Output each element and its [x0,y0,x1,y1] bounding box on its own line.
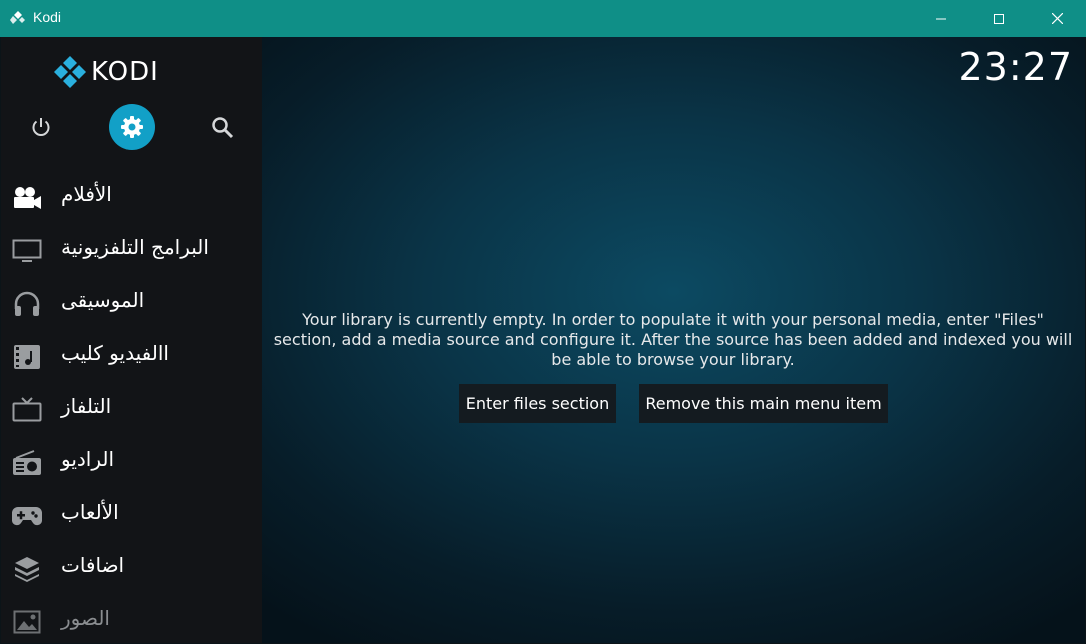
search-icon [212,117,234,139]
music-video-icon [14,345,40,369]
menu-item-music-videos[interactable]: االفيديو كليب [1,330,262,383]
kodi-logo-icon [54,56,86,88]
menu-label: التلفاز [61,394,112,418]
maximize-icon [994,13,1004,24]
minimize-button[interactable] [912,0,970,37]
menu-label: البرامج التلفزيونية [61,235,209,259]
menu-label: الراديو [61,447,115,471]
clock: 23:27 [958,45,1073,89]
monitor-icon [12,239,42,262]
menu-item-games[interactable]: الألعاب [1,489,262,542]
headphones-icon [14,291,40,316]
logo-text: KODI [91,57,159,87]
power-button[interactable] [18,104,64,150]
menu-item-tv[interactable]: التلفاز [1,383,262,436]
menu-item-radio[interactable]: الراديو [1,436,262,489]
menu-label: الصور [61,606,110,630]
menu-label: الموسيقى [61,288,145,312]
sidebar: KODI الأفلام البرامج التلفزيونية الموسيق… [1,37,262,643]
search-button[interactable] [199,104,245,150]
kodi-logo: KODI [53,55,159,89]
pictures-icon [13,610,41,634]
kodi-main-window: KODI الأفلام البرامج التلفزيونية الموسيق… [1,37,1085,643]
close-icon [1051,13,1063,24]
addons-box-icon [15,557,39,582]
movie-camera-icon [14,187,41,209]
window-title: Kodi [33,9,62,25]
menu-item-addons[interactable]: اضافات [1,542,262,595]
maximize-button[interactable] [970,0,1028,37]
remove-menu-item-button[interactable]: Remove this main menu item [639,384,888,423]
menu-label: الأفلام [61,182,112,206]
gear-icon [121,116,143,138]
kodi-app-icon [10,11,25,24]
gamepad-icon [12,507,42,526]
power-icon [32,118,50,136]
title-bar: Kodi [0,0,1086,37]
menu-item-movies[interactable]: الأفلام [1,171,262,224]
radio-icon [13,450,41,475]
tv-icon [12,397,42,422]
menu-label: اضافات [61,553,125,577]
menu-item-pictures[interactable]: الصور [1,595,262,643]
menu-item-music[interactable]: الموسيقى [1,277,262,330]
menu-label: الألعاب [61,500,119,524]
menu-label: االفيديو كليب [61,341,169,365]
enter-files-button[interactable]: Enter files section [459,384,616,423]
settings-button[interactable] [109,104,155,150]
empty-library-message: Your library is currently empty. In orde… [273,310,1073,369]
close-button[interactable] [1028,0,1086,37]
minimize-icon [936,18,946,19]
main-menu: الأفلام البرامج التلفزيونية الموسيقى اال… [1,171,262,643]
menu-item-tv-shows[interactable]: البرامج التلفزيونية [1,224,262,277]
